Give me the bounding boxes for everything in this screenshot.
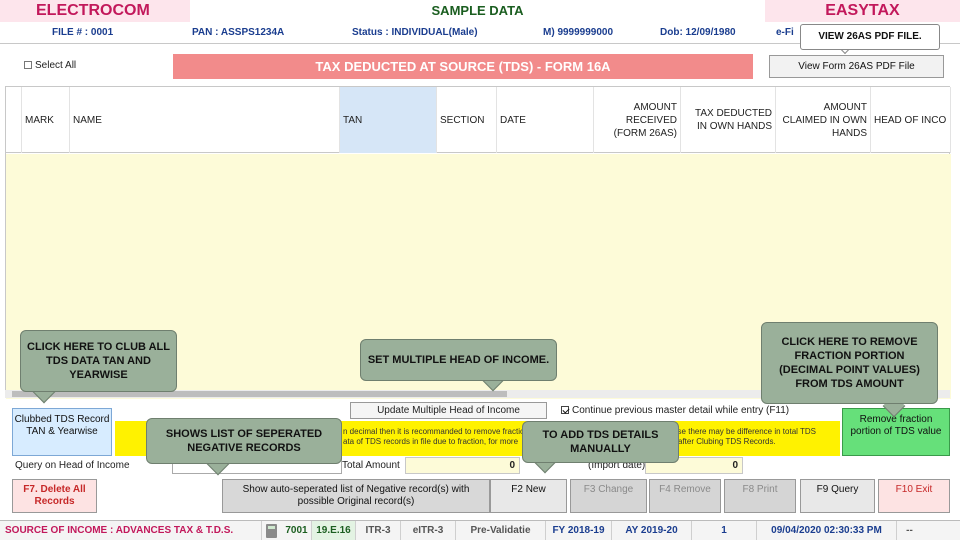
status-end: -- <box>906 525 913 536</box>
col-amount-claimed[interactable]: AMOUNT CLAIMED IN OWN HANDS <box>776 87 871 153</box>
callout-club-tds: CLICK HERE TO CLUB ALL TDS DATA TAN AND … <box>20 330 177 392</box>
callout-add-tds: TO ADD TDS DETAILS MANUALLY <box>522 421 679 463</box>
callout-remove-fraction: CLICK HERE TO REMOVE FRACTION PORTION (D… <box>761 322 938 404</box>
select-all-label: Select All <box>35 60 77 71</box>
message-text: after Clubing TDS Records. <box>678 437 776 446</box>
f9-query-button[interactable]: F9 Query <box>800 479 875 513</box>
mobile-number: M) 9999999000 <box>543 27 614 38</box>
query-head-label: Query on Head of Income <box>15 460 130 471</box>
checkbox-icon <box>24 61 32 69</box>
col-amount-received[interactable]: AMOUNT RECEIVED (FORM 26AS) <box>594 87 681 153</box>
date-of-birth: Dob: 12/09/1980 <box>660 27 736 38</box>
pre-validate[interactable]: Pre-Validatie <box>456 521 546 540</box>
message-text: ata of TDS records in file due to fracti… <box>343 437 519 446</box>
col-head-of-income[interactable]: HEAD OF INCO <box>871 87 951 153</box>
assessee-status: Status : INDIVIDUAL(Male) <box>352 27 478 38</box>
form-title-bar: TAX DEDUCTED AT SOURCE (TDS) - FORM 16A <box>173 54 753 79</box>
row-indicator-column <box>6 87 22 153</box>
message-text: n decimal then it is recommanded to remo… <box>343 427 529 436</box>
source-of-income: SOURCE OF INCOME : ADVANCES TAX & T.D.S. <box>0 521 262 540</box>
col-name[interactable]: NAME <box>70 87 340 153</box>
eitr-form: eITR-3 <box>401 521 456 540</box>
status-bar: SOURCE OF INCOME : ADVANCES TAX & T.D.S.… <box>0 520 960 540</box>
clubbed-tds-button[interactable]: Clubbed TDS Record TAN & Yearwise <box>12 408 112 456</box>
f2-new-button[interactable]: F2 New <box>490 479 567 513</box>
file-number: FILE # : 0001 <box>52 27 114 38</box>
col-mark[interactable]: MARK <box>22 87 70 153</box>
grid-header: MARK NAME TAN SECTION DATE AMOUNT RECEIV… <box>6 87 951 153</box>
col-tan[interactable]: TAN <box>340 87 437 153</box>
total-amount-label: Total Amount <box>342 460 400 471</box>
assessment-year: AY 2019-20 <box>612 521 692 540</box>
message-text: wise there may be difference in total TD… <box>670 427 816 436</box>
show-negative-records-button[interactable]: Show auto-seperated list of Negative rec… <box>222 479 490 513</box>
continue-previous-label: Continue previous master detail while en… <box>572 405 790 416</box>
f10-exit-button[interactable]: F10 Exit <box>878 479 950 513</box>
view-form-26as-button[interactable]: View Form 26AS PDF File <box>769 55 944 78</box>
checkmark-icon <box>561 406 569 414</box>
callout-negative-records: SHOWS LIST OF SEPERATED NEGATIVE RECORDS <box>146 418 342 464</box>
brand-electrocom: ELECTROCOM <box>0 0 190 22</box>
date-time: 09/04/2020 02:30:33 PM <box>757 521 897 540</box>
financial-year: FY 2018-19 <box>546 521 612 540</box>
calculator-icon[interactable] <box>266 524 277 538</box>
pan-number: PAN : ASSPS1234A <box>192 27 285 38</box>
f4-remove-button[interactable]: F4 Remove <box>649 479 721 513</box>
col-date[interactable]: DATE <box>497 87 594 153</box>
sample-data-title: SAMPLE DATA <box>190 0 765 22</box>
callout-multiple-head: SET MULTIPLE HEAD OF INCOME. <box>360 339 557 381</box>
record-count: 1 <box>692 521 757 540</box>
continue-previous-checkbox[interactable]: Continue previous master detail while en… <box>561 405 789 416</box>
efiling-label: e-Fi <box>776 27 794 38</box>
col-tax-deducted[interactable]: TAX DEDUCTED IN OWN HANDS <box>681 87 776 153</box>
select-all-checkbox[interactable]: Select All <box>24 60 76 71</box>
total-amount-value: 0 <box>405 457 520 474</box>
version-number: 19.E.16 <box>312 521 356 540</box>
itr-form: ITR-3 <box>356 521 401 540</box>
callout-view-26as: VIEW 26AS PDF FILE. <box>800 24 940 50</box>
col-section[interactable]: SECTION <box>437 87 497 153</box>
delete-all-records-button[interactable]: F7. Delete All Records <box>12 479 97 513</box>
brand-easytax: EASYTAX <box>765 0 960 22</box>
f8-print-button[interactable]: F8 Print <box>724 479 796 513</box>
update-multiple-head-button[interactable]: Update Multiple Head of Income <box>350 402 547 419</box>
f3-change-button[interactable]: F3 Change <box>570 479 647 513</box>
status-code: 7001 <box>282 521 312 540</box>
top-bar: ELECTROCOM SAMPLE DATA EASYTAX <box>0 0 960 22</box>
